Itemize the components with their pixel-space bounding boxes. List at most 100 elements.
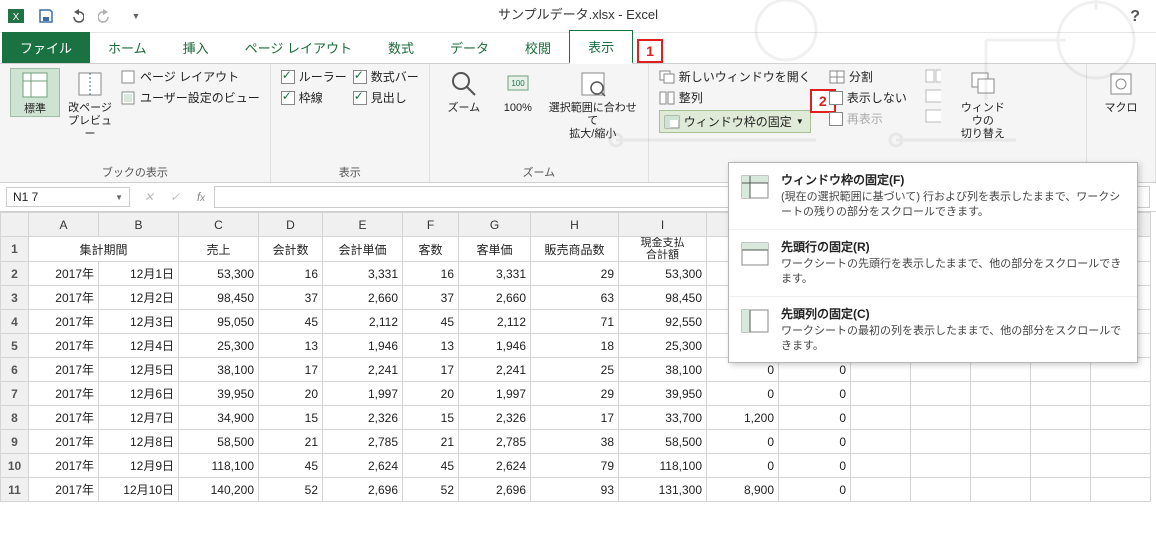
cell[interactable]: 2,112: [323, 310, 403, 334]
cell[interactable]: [971, 478, 1031, 502]
tab-data[interactable]: データ: [432, 32, 507, 63]
row-header[interactable]: 11: [1, 478, 29, 502]
cell[interactable]: 2,326: [323, 406, 403, 430]
tab-insert[interactable]: 挿入: [165, 32, 227, 63]
tab-home[interactable]: ホーム: [90, 32, 165, 63]
cell[interactable]: 2,785: [323, 430, 403, 454]
cell[interactable]: 58,500: [619, 430, 707, 454]
cell[interactable]: [1031, 478, 1091, 502]
cell[interactable]: 2,785: [459, 430, 531, 454]
cell[interactable]: 45: [403, 310, 459, 334]
cell[interactable]: 34,900: [179, 406, 259, 430]
cell[interactable]: [971, 406, 1031, 430]
switch-windows-button[interactable]: ウィンドウの 切り替え: [959, 68, 1007, 142]
cell[interactable]: 39,950: [619, 382, 707, 406]
cell[interactable]: 52: [259, 478, 323, 502]
cell[interactable]: [1031, 382, 1091, 406]
cell[interactable]: 2,660: [323, 286, 403, 310]
cell[interactable]: 95,050: [179, 310, 259, 334]
split-button[interactable]: 分割: [829, 68, 907, 85]
cell[interactable]: [971, 454, 1031, 478]
cell[interactable]: 2,326: [459, 406, 531, 430]
row-header[interactable]: 4: [1, 310, 29, 334]
cell[interactable]: [1031, 430, 1091, 454]
row-header[interactable]: 2: [1, 262, 29, 286]
cell[interactable]: 38: [531, 430, 619, 454]
cell[interactable]: 29: [531, 262, 619, 286]
cell[interactable]: [911, 382, 971, 406]
cell[interactable]: 2,241: [323, 358, 403, 382]
cell[interactable]: 12月4日: [99, 334, 179, 358]
cell[interactable]: 2,696: [459, 478, 531, 502]
cell[interactable]: 92,550: [619, 310, 707, 334]
row-header[interactable]: 10: [1, 454, 29, 478]
cell[interactable]: 37: [259, 286, 323, 310]
cell[interactable]: 2017年: [29, 382, 99, 406]
name-box[interactable]: N1 7▼: [6, 187, 130, 207]
col-header-A[interactable]: A: [29, 213, 99, 237]
cell[interactable]: 客単価: [459, 237, 531, 262]
cell[interactable]: 131,300: [619, 478, 707, 502]
new-window-button[interactable]: 新しいウィンドウを開く: [659, 68, 811, 85]
cell[interactable]: [1091, 478, 1151, 502]
cell[interactable]: 93: [531, 478, 619, 502]
cell[interactable]: [911, 406, 971, 430]
cell[interactable]: 2,624: [459, 454, 531, 478]
cell[interactable]: [911, 454, 971, 478]
cell[interactable]: [1031, 406, 1091, 430]
tab-review[interactable]: 校閲: [507, 32, 569, 63]
cell[interactable]: 集計期間: [29, 237, 179, 262]
col-header-G[interactable]: G: [459, 213, 531, 237]
cell[interactable]: [851, 454, 911, 478]
cell[interactable]: 販売商品数: [531, 237, 619, 262]
cell[interactable]: 2017年: [29, 310, 99, 334]
cell[interactable]: 17: [531, 406, 619, 430]
col-header-D[interactable]: D: [259, 213, 323, 237]
cell[interactable]: 3,331: [459, 262, 531, 286]
cell[interactable]: 12月6日: [99, 382, 179, 406]
cell[interactable]: 0: [707, 454, 779, 478]
row-header[interactable]: 6: [1, 358, 29, 382]
cell[interactable]: [911, 430, 971, 454]
cell[interactable]: 12月5日: [99, 358, 179, 382]
cell[interactable]: 2,241: [459, 358, 531, 382]
arrange-button[interactable]: 整列: [659, 89, 811, 106]
cell[interactable]: 17: [403, 358, 459, 382]
cell[interactable]: 15: [259, 406, 323, 430]
cell[interactable]: 63: [531, 286, 619, 310]
cell[interactable]: 2017年: [29, 358, 99, 382]
cell[interactable]: 45: [403, 454, 459, 478]
cell[interactable]: 12月1日: [99, 262, 179, 286]
cell[interactable]: 71: [531, 310, 619, 334]
freeze-top-row-option[interactable]: 先頭行の固定(R) ワークシートの先頭行を表示したままで、他の部分をスクロールで…: [729, 230, 1137, 297]
freeze-panes-option[interactable]: ウィンドウ枠の固定(F) (現在の選択範囲に基づいて) 行および列を表示したまま…: [729, 163, 1137, 230]
cell[interactable]: 2017年: [29, 286, 99, 310]
cell[interactable]: 8,900: [707, 478, 779, 502]
cell[interactable]: 0: [779, 382, 851, 406]
cell[interactable]: 1,946: [459, 334, 531, 358]
cell[interactable]: 客数: [403, 237, 459, 262]
cell[interactable]: 12月10日: [99, 478, 179, 502]
row-header[interactable]: 8: [1, 406, 29, 430]
pagebreak-preview-button[interactable]: 改ページ プレビュー: [66, 68, 114, 142]
cell[interactable]: 2017年: [29, 478, 99, 502]
cell[interactable]: 0: [707, 382, 779, 406]
col-header-E[interactable]: E: [323, 213, 403, 237]
cell[interactable]: 1,997: [459, 382, 531, 406]
select-all-corner[interactable]: [1, 213, 29, 237]
zoom-100-button[interactable]: 100 100%: [494, 68, 542, 115]
tab-page-layout[interactable]: ページ レイアウト: [227, 32, 370, 63]
tab-file[interactable]: ファイル: [2, 32, 90, 63]
cell[interactable]: 2,112: [459, 310, 531, 334]
cell[interactable]: 98,450: [179, 286, 259, 310]
cell[interactable]: 118,100: [619, 454, 707, 478]
row-header[interactable]: 9: [1, 430, 29, 454]
cell[interactable]: 38,100: [179, 358, 259, 382]
cell[interactable]: 29: [531, 382, 619, 406]
cell[interactable]: 2017年: [29, 430, 99, 454]
cell[interactable]: 1,997: [323, 382, 403, 406]
cell[interactable]: [971, 430, 1031, 454]
cell[interactable]: 13: [259, 334, 323, 358]
cell[interactable]: 12月7日: [99, 406, 179, 430]
cell[interactable]: 0: [707, 430, 779, 454]
